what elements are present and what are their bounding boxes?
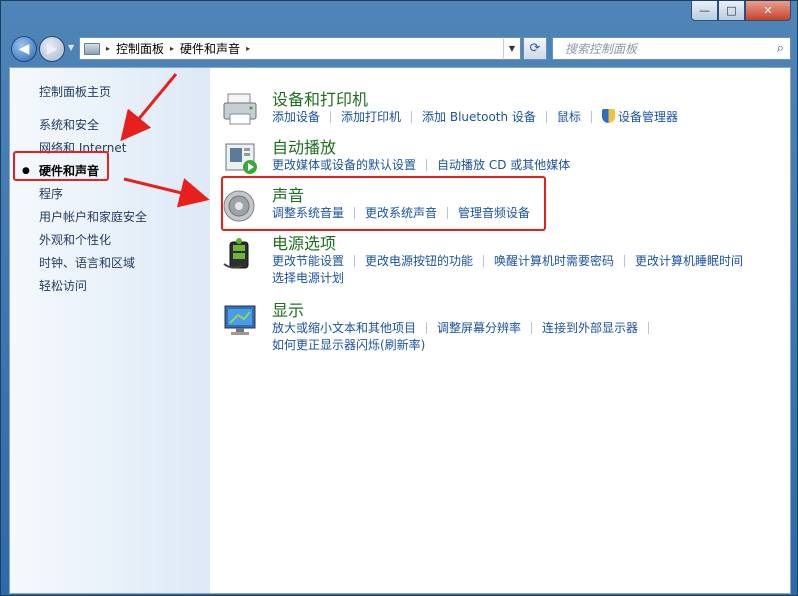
annotation-arrows: [120, 73, 210, 208]
arrow-to-sidebar: [120, 73, 178, 142]
arrow-to-sound: [123, 177, 210, 208]
